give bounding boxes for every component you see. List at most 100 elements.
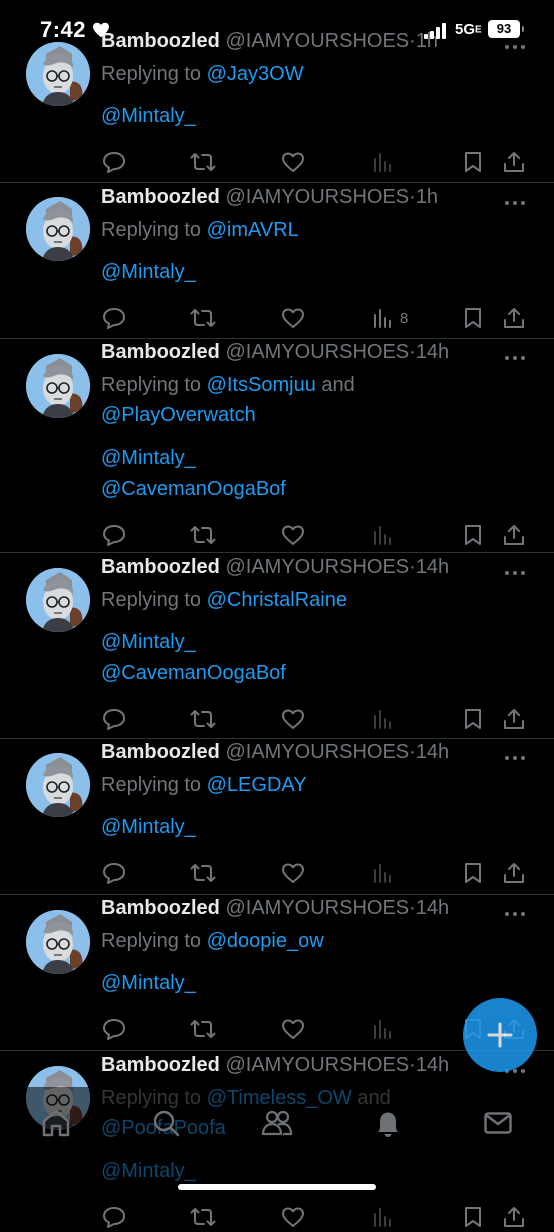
tweet-item[interactable]: Bamboozled @IAMYOURSHOES·14h Replying to… bbox=[0, 738, 554, 895]
display-name[interactable]: Bamboozled bbox=[101, 1054, 220, 1076]
like-button[interactable] bbox=[281, 307, 305, 329]
reply-mention-link[interactable]: @ItsSomjuu bbox=[207, 374, 316, 396]
reply-button[interactable] bbox=[102, 151, 126, 173]
reply-mention-link[interactable]: @ChristalRaine bbox=[207, 589, 347, 611]
more-options-icon[interactable] bbox=[503, 194, 527, 212]
display-name[interactable]: Bamboozled bbox=[101, 556, 220, 578]
tweet-item[interactable]: Bamboozled @IAMYOURSHOES·14h Replying to… bbox=[0, 552, 554, 739]
reply-mention-link[interactable]: @Jay3OW bbox=[207, 63, 304, 85]
bookmark-button[interactable] bbox=[463, 151, 483, 173]
replying-prefix: Replying to bbox=[101, 589, 207, 611]
display-name[interactable]: Bamboozled bbox=[101, 741, 220, 763]
share-button[interactable] bbox=[503, 307, 525, 329]
tweet-text-line-2[interactable]: @CavemanOogaBof bbox=[101, 658, 286, 689]
nav-home[interactable] bbox=[40, 1107, 72, 1144]
views-button[interactable] bbox=[372, 1018, 400, 1040]
more-options-icon[interactable] bbox=[503, 349, 527, 367]
views-button[interactable] bbox=[372, 151, 400, 173]
avatar[interactable] bbox=[26, 42, 90, 106]
like-button[interactable] bbox=[281, 151, 305, 173]
user-handle[interactable]: @IAMYOURSHOES bbox=[225, 741, 409, 763]
reply-button[interactable] bbox=[102, 862, 126, 884]
more-options-icon[interactable] bbox=[503, 564, 527, 582]
nav-notifications[interactable] bbox=[372, 1107, 404, 1144]
user-handle[interactable]: @IAMYOURSHOES bbox=[225, 556, 409, 578]
views-button[interactable]: 8 bbox=[372, 307, 408, 329]
tweet-time[interactable]: 14h bbox=[416, 556, 449, 578]
like-button[interactable] bbox=[281, 524, 305, 546]
views-button[interactable] bbox=[372, 862, 400, 884]
compose-button[interactable] bbox=[463, 998, 537, 1072]
retweet-button[interactable] bbox=[190, 1018, 216, 1040]
reply-button[interactable] bbox=[102, 307, 126, 329]
tweet-item[interactable]: Bamboozled @IAMYOURSHOES·14h Replying to… bbox=[0, 338, 554, 553]
compose-plus-icon bbox=[487, 1022, 513, 1048]
reply-mention-link-2[interactable]: @PlayOverwatch bbox=[101, 404, 256, 426]
retweet-icon bbox=[190, 708, 216, 730]
tweet-text[interactable]: @Mintaly_ bbox=[101, 968, 196, 999]
more-options-icon[interactable] bbox=[503, 749, 527, 767]
share-button[interactable] bbox=[503, 708, 525, 730]
notifications-icon bbox=[378, 1112, 398, 1137]
retweet-button[interactable] bbox=[190, 524, 216, 546]
bookmark-button[interactable] bbox=[463, 1206, 483, 1228]
nav-search[interactable] bbox=[150, 1107, 182, 1144]
tweet-item[interactable]: Bamboozled @IAMYOURSHOES·1h Replying to … bbox=[0, 182, 554, 339]
tweet-time[interactable]: 14h bbox=[416, 341, 449, 363]
like-button[interactable] bbox=[281, 862, 305, 884]
bookmark-button[interactable] bbox=[463, 524, 483, 546]
bookmark-button[interactable] bbox=[463, 862, 483, 884]
like-button[interactable] bbox=[281, 1018, 305, 1040]
bookmark-button[interactable] bbox=[463, 708, 483, 730]
nav-communities[interactable] bbox=[260, 1107, 294, 1144]
share-button[interactable] bbox=[503, 524, 525, 546]
reply-button[interactable] bbox=[102, 1018, 126, 1040]
tweet-text[interactable]: @Mintaly_ bbox=[101, 257, 196, 288]
share-button[interactable] bbox=[503, 1206, 525, 1228]
bookmark-button[interactable] bbox=[463, 307, 483, 329]
reply-button[interactable] bbox=[102, 708, 126, 730]
tweet-time[interactable]: 1h bbox=[416, 186, 438, 208]
avatar[interactable] bbox=[26, 354, 90, 418]
tweet-time[interactable]: 14h bbox=[416, 897, 449, 919]
display-name[interactable]: Bamboozled bbox=[101, 341, 220, 363]
avatar[interactable] bbox=[26, 568, 90, 632]
tweet-time[interactable]: 14h bbox=[416, 741, 449, 763]
retweet-button[interactable] bbox=[190, 151, 216, 173]
avatar[interactable] bbox=[26, 753, 90, 817]
reply-mention-link[interactable]: @LEGDAY bbox=[207, 774, 307, 796]
user-handle[interactable]: @IAMYOURSHOES bbox=[225, 1054, 409, 1076]
retweet-button[interactable] bbox=[190, 708, 216, 730]
retweet-button[interactable] bbox=[190, 1206, 216, 1228]
retweet-button[interactable] bbox=[190, 862, 216, 884]
display-name[interactable]: Bamboozled bbox=[101, 186, 220, 208]
avatar[interactable] bbox=[26, 197, 90, 261]
nav-messages[interactable] bbox=[482, 1107, 514, 1144]
tweet-text[interactable]: @Mintaly_ bbox=[101, 443, 196, 474]
views-button[interactable] bbox=[372, 708, 400, 730]
like-button[interactable] bbox=[281, 1206, 305, 1228]
tweet-text[interactable]: @Mintaly_ bbox=[101, 812, 196, 843]
retweet-button[interactable] bbox=[190, 307, 216, 329]
reply-button[interactable] bbox=[102, 1206, 126, 1228]
like-icon bbox=[281, 151, 305, 173]
avatar[interactable] bbox=[26, 910, 90, 974]
retweet-icon bbox=[190, 1206, 216, 1228]
tweet-text[interactable]: @Mintaly_ bbox=[101, 627, 196, 658]
reply-button[interactable] bbox=[102, 524, 126, 546]
reply-mention-link[interactable]: @imAVRL bbox=[207, 219, 299, 241]
like-button[interactable] bbox=[281, 708, 305, 730]
share-button[interactable] bbox=[503, 151, 525, 173]
tweet-text-line-2[interactable]: @CavemanOogaBof bbox=[101, 474, 286, 505]
display-name[interactable]: Bamboozled bbox=[101, 897, 220, 919]
share-button[interactable] bbox=[503, 862, 525, 884]
user-handle[interactable]: @IAMYOURSHOES bbox=[225, 341, 409, 363]
more-options-icon[interactable] bbox=[503, 905, 527, 923]
user-handle[interactable]: @IAMYOURSHOES bbox=[225, 897, 409, 919]
user-handle[interactable]: @IAMYOURSHOES bbox=[225, 186, 409, 208]
tweet-text[interactable]: @Mintaly_ bbox=[101, 101, 196, 132]
views-button[interactable] bbox=[372, 524, 400, 546]
views-button[interactable] bbox=[372, 1206, 400, 1228]
tweet-time[interactable]: 14h bbox=[416, 1054, 449, 1076]
reply-mention-link[interactable]: @doopie_ow bbox=[207, 930, 324, 952]
